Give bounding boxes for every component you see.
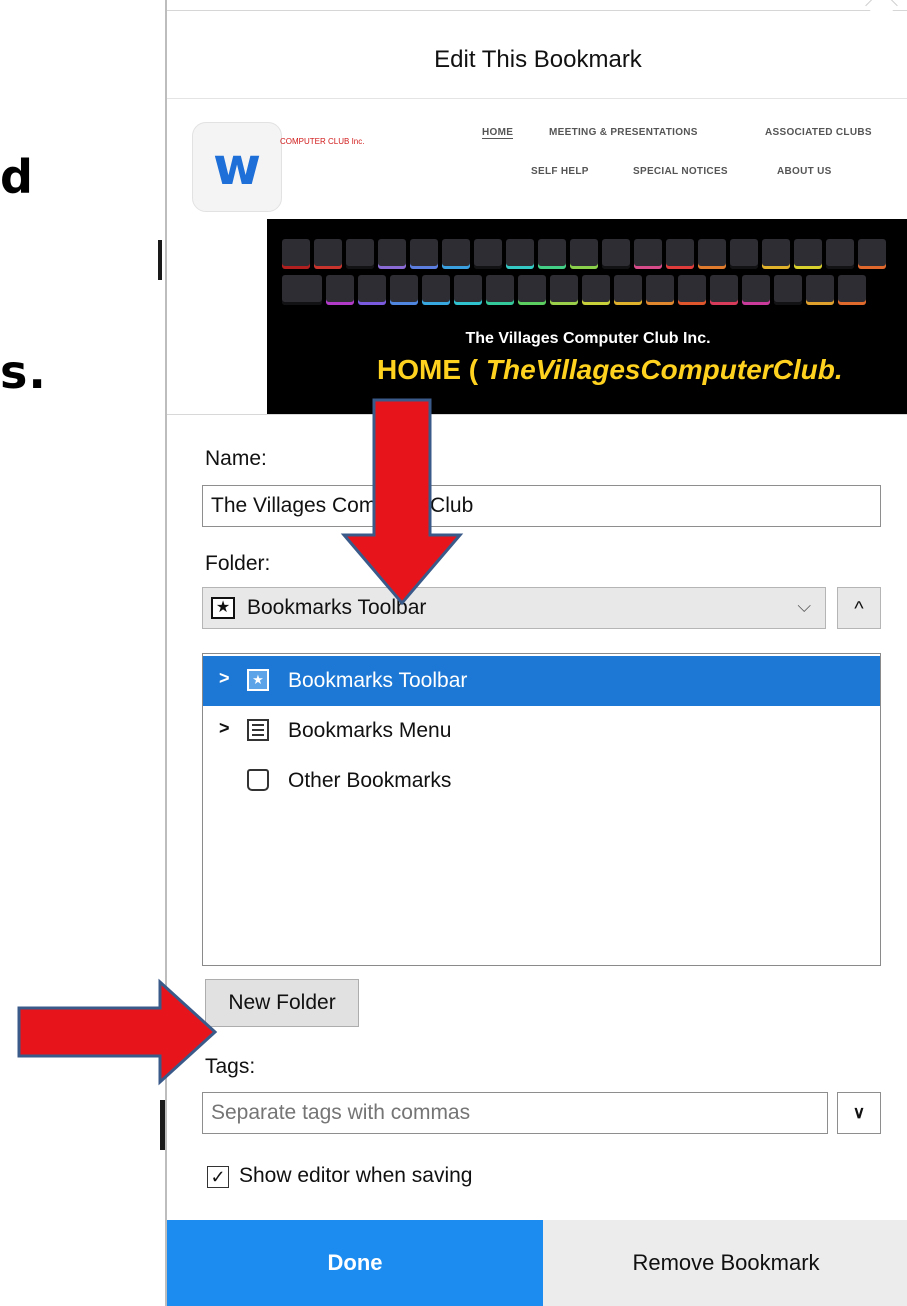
weebly-logo-icon: w bbox=[192, 122, 282, 212]
show-editor-label: Show editor when saving bbox=[239, 1164, 473, 1187]
red-down-arrow-annotation bbox=[340, 398, 464, 606]
site-nav-special-notices: SPECIAL NOTICES bbox=[633, 166, 728, 177]
name-label: Name: bbox=[205, 447, 267, 470]
tags-input[interactable] bbox=[202, 1092, 828, 1134]
site-nav-home: HOME bbox=[482, 127, 514, 139]
hero-banner: The Villages Computer Club Inc. HOME ( T… bbox=[267, 219, 907, 414]
keyboard-row bbox=[282, 275, 907, 305]
expand-twisty-icon[interactable]: > bbox=[219, 668, 230, 689]
folder-label: Folder: bbox=[205, 552, 271, 575]
star-folder-icon: ★ bbox=[211, 597, 235, 619]
hero-title-emphasis: TheVillagesComputerClub. bbox=[485, 354, 843, 385]
tree-item-other-bookmarks[interactable]: Other Bookmarks bbox=[203, 756, 880, 806]
hero-title: HOME ( TheVillagesComputerClub. bbox=[377, 354, 843, 386]
site-name: COMPUTER CLUB Inc. bbox=[280, 137, 365, 146]
expand-twisty-icon[interactable]: > bbox=[219, 718, 230, 739]
folder-tree-collapse-button[interactable]: ^ bbox=[837, 587, 881, 629]
tree-item-label: Bookmarks Menu bbox=[288, 719, 452, 742]
site-nav-meetings: MEETING & PRESENTATIONS bbox=[549, 127, 698, 138]
star-folder-icon: ★ bbox=[247, 669, 269, 691]
tree-item-bookmarks-menu[interactable]: > Bookmarks Menu bbox=[203, 706, 880, 756]
keyboard-row bbox=[282, 239, 907, 269]
menu-list-icon bbox=[247, 719, 269, 741]
slide-background: d s. bbox=[0, 0, 175, 1306]
done-button[interactable]: Done bbox=[167, 1220, 543, 1306]
tree-item-label: Other Bookmarks bbox=[288, 769, 452, 792]
chevron-down-icon: ∨ bbox=[852, 1103, 866, 1122]
tray-icon bbox=[247, 769, 269, 791]
folder-tree[interactable]: > ★ Bookmarks Toolbar > Bookmarks Menu O… bbox=[202, 653, 881, 966]
checkmark-icon: ✓ bbox=[210, 1167, 226, 1187]
red-right-arrow-annotation bbox=[17, 978, 218, 1086]
show-editor-checkbox[interactable]: ✓ bbox=[207, 1166, 229, 1188]
name-field[interactable] bbox=[202, 485, 881, 527]
hero-title-prefix: HOME ( bbox=[377, 354, 486, 385]
panel-title: Edit This Bookmark bbox=[167, 10, 907, 99]
slide-text-fragment-2: s. bbox=[0, 345, 47, 399]
edit-bookmark-panel: Edit This Bookmark w COMPUTER CLUB Inc. … bbox=[165, 0, 907, 1306]
remove-bookmark-button[interactable]: Remove Bookmark bbox=[543, 1220, 907, 1306]
tree-item-label: Bookmarks Toolbar bbox=[288, 669, 468, 692]
site-nav-associated-clubs: ASSOCIATED CLUBS bbox=[765, 127, 872, 138]
slide-edge-mark bbox=[158, 240, 162, 280]
site-nav-self-help: SELF HELP bbox=[531, 166, 589, 177]
hero-subtitle: The Villages Computer Club Inc. bbox=[465, 330, 711, 347]
tree-item-bookmarks-toolbar[interactable]: > ★ Bookmarks Toolbar bbox=[203, 656, 880, 706]
slide-text-fragment-1: d bbox=[0, 150, 34, 204]
page-preview: w COMPUTER CLUB Inc. HOME MEETING & PRES… bbox=[167, 99, 907, 415]
chevron-down-icon: ⌵ bbox=[797, 596, 811, 616]
logo-letter: w bbox=[212, 137, 262, 197]
new-folder-button[interactable]: New Folder bbox=[205, 979, 359, 1027]
folder-select[interactable]: ★ Bookmarks Toolbar ⌵ bbox=[202, 587, 826, 629]
tags-dropdown-button[interactable]: ∨ bbox=[837, 1092, 881, 1134]
site-nav-about-us: ABOUT US bbox=[777, 166, 832, 177]
